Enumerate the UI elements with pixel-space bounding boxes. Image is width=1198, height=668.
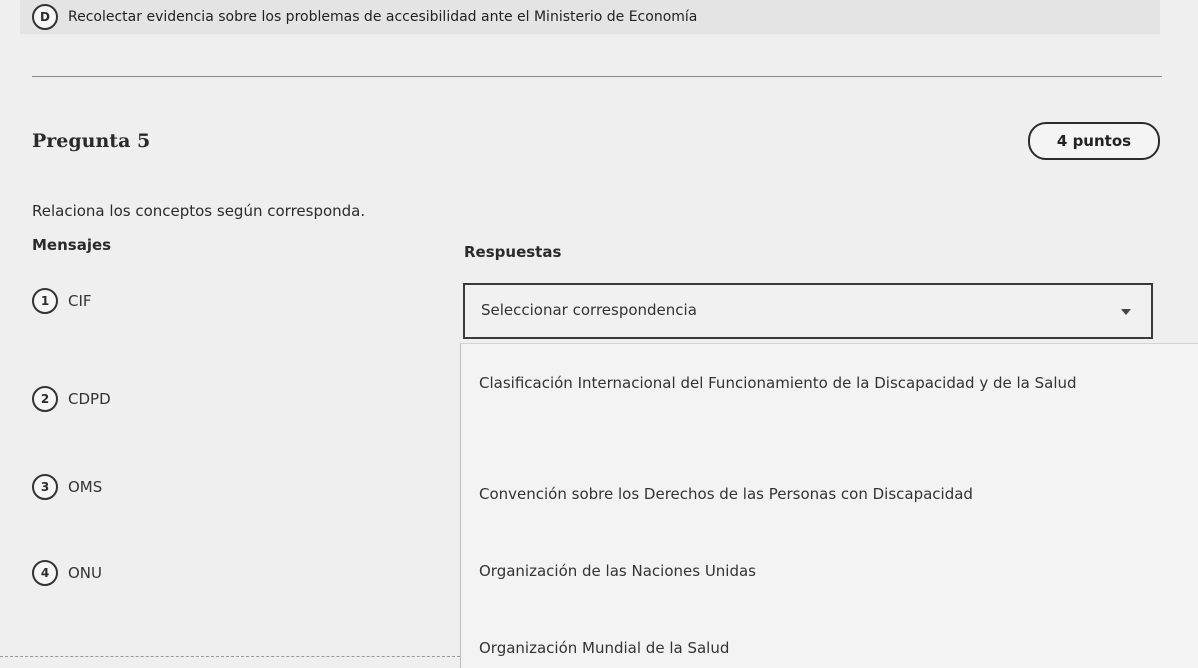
messages-header: Mensajes <box>32 236 112 254</box>
answer-option-d[interactable]: D Recolectar evidencia sobre los problem… <box>20 0 1160 34</box>
message-number-badge: 2 <box>32 386 58 412</box>
dropdown-option-4[interactable]: Organización Mundial de la Salud <box>479 637 1159 659</box>
correspondence-select[interactable]: Seleccionar correspondencia <box>463 283 1153 339</box>
message-number-badge: 3 <box>32 474 58 500</box>
option-letter-badge: D <box>32 4 58 30</box>
message-number-badge: 4 <box>32 560 58 586</box>
message-number-badge: 1 <box>32 288 58 314</box>
option-text: Recolectar evidencia sobre los problemas… <box>68 9 698 25</box>
message-label: OMS <box>68 478 103 496</box>
message-item-4: 4 ONU <box>32 560 102 586</box>
message-label: CIF <box>68 292 92 310</box>
message-label: ONU <box>68 564 103 582</box>
points-badge: 4 puntos <box>1028 122 1160 160</box>
correspondence-dropdown-list: Clasificación Internacional del Funciona… <box>460 343 1198 668</box>
dropdown-option-1[interactable]: Clasificación Internacional del Funciona… <box>479 372 1159 394</box>
message-item-2: 2 CDPD <box>32 386 111 412</box>
question-title: Pregunta 5 <box>32 130 151 152</box>
dropdown-option-3[interactable]: Organización de las Naciones Unidas <box>479 560 1159 582</box>
chevron-down-icon[interactable] <box>1121 309 1131 315</box>
answers-header: Respuestas <box>464 243 562 261</box>
message-item-3: 3 OMS <box>32 474 102 500</box>
select-current-value: Seleccionar correspondencia <box>481 301 697 319</box>
quiz-page: D Recolectar evidencia sobre los problem… <box>0 0 1198 668</box>
message-item-1: 1 CIF <box>32 288 92 314</box>
section-separator <box>0 656 460 657</box>
message-label: CDPD <box>68 390 111 408</box>
question-divider <box>32 76 1162 77</box>
dropdown-option-2[interactable]: Convención sobre los Derechos de las Per… <box>479 483 1159 505</box>
question-instructions: Relaciona los conceptos según correspond… <box>32 202 366 220</box>
